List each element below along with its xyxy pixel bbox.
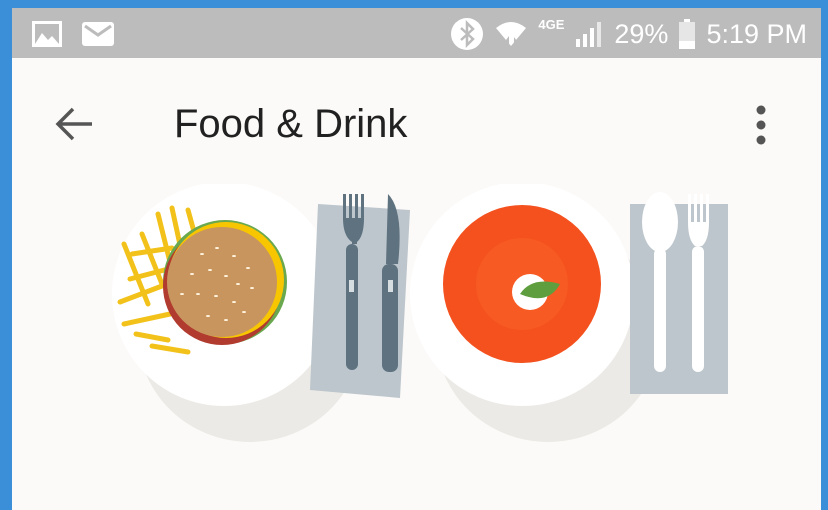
wifi-icon	[496, 22, 527, 46]
mail-icon	[82, 22, 114, 46]
app-bar: Food & Drink	[12, 58, 821, 184]
more-vert-icon[interactable]	[748, 102, 774, 148]
page-title: Food & Drink	[174, 102, 408, 146]
clock: 5:19 PM	[706, 18, 807, 49]
signal-icon	[576, 22, 602, 47]
status-left-icons	[30, 19, 116, 49]
gallery-icon	[32, 21, 62, 47]
bluetooth-icon	[451, 18, 484, 50]
phone-screen: 4GE 29% 5:19 PM Food & Drink	[12, 8, 821, 510]
battery-icon	[679, 19, 696, 49]
soup-bowl	[410, 182, 634, 406]
arrow-back-icon[interactable]	[52, 106, 96, 142]
burger-plate	[112, 182, 336, 406]
fork-knife-napkin	[310, 194, 410, 398]
food-illustration	[12, 182, 821, 510]
spoon-fork-napkin	[630, 192, 728, 394]
network-type: 4GE	[538, 16, 565, 32]
status-bar: 4GE 29% 5:19 PM	[12, 8, 821, 58]
status-right: 4GE 29% 5:19 PM	[450, 14, 807, 54]
battery-percent: 29%	[614, 18, 669, 49]
